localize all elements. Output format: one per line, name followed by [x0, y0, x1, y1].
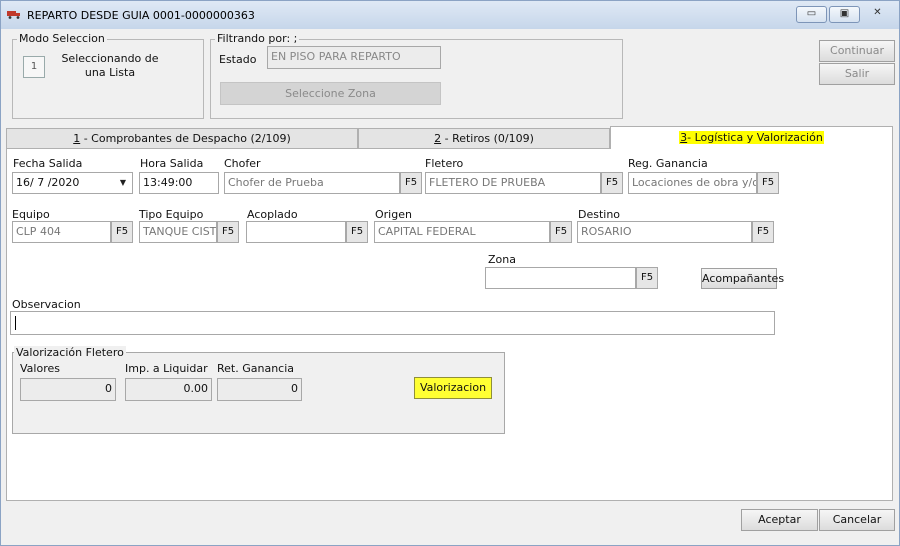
origen-input[interactable]: CAPITAL FEDERAL [374, 221, 550, 243]
seleccione-zona-button[interactable]: Seleccione Zona [220, 82, 441, 105]
destino-f5-button[interactable]: F5 [752, 221, 774, 243]
text-cursor-icon [15, 316, 16, 330]
filtrando-legend: Filtrando por: ; [215, 32, 300, 45]
imp-liquidar-field: 0.00 [125, 378, 212, 401]
fletero-f5-button[interactable]: F5 [601, 172, 623, 194]
tipo-equipo-label: Tipo Equipo [139, 208, 204, 221]
reg-ganancia-label: Reg. Ganancia [628, 157, 708, 170]
modo-seleccion-legend: Modo Seleccion [17, 32, 107, 45]
aceptar-label: Aceptar [758, 513, 801, 526]
cancelar-label: Cancelar [832, 513, 882, 526]
estado-field: EN PISO PARA REPARTO [267, 46, 441, 69]
salir-label: Salir [844, 67, 870, 80]
tab-comprobantes-label: - Comprobantes de Despacho (2/109) [80, 132, 291, 145]
minimize-button[interactable]: ▭ [796, 6, 827, 23]
maximize-button[interactable]: ▣ [829, 6, 860, 23]
tab-retiros[interactable]: 2 - Retiros (0/109) [358, 128, 610, 149]
salir-button[interactable]: Salir [819, 63, 895, 85]
destino-label: Destino [578, 208, 621, 221]
fecha-salida-picker[interactable]: 16/ 7 /2020 ▼ [12, 172, 133, 194]
equipo-label: Equipo [12, 208, 50, 221]
acompanantes-button[interactable]: Acompañantes [701, 268, 784, 289]
close-button[interactable]: ✕ [862, 6, 893, 23]
aceptar-button[interactable]: Aceptar [741, 509, 818, 531]
valorizacion-button-label: Valorizacion [419, 381, 487, 394]
hora-salida-label: Hora Salida [140, 157, 204, 170]
reg-ganancia-f5-button[interactable]: F5 [757, 172, 779, 194]
valores-label: Valores [20, 362, 60, 375]
title-bar: REPARTO DESDE GUIA 0001-0000000363 ▭ ▣ ✕ [1, 1, 899, 29]
modo-seleccion-text: Seleccionando de una Lista [61, 52, 159, 79]
reg-ganancia-input[interactable]: Locaciones de obra y/o s [628, 172, 757, 194]
window-title: REPARTO DESDE GUIA 0001-0000000363 [27, 9, 255, 22]
hora-salida-input[interactable]: 13:49:00 [139, 172, 219, 194]
tab-comprobantes[interactable]: 1 - Comprobantes de Despacho (2/109) [6, 128, 358, 149]
tipo-equipo-f5-button[interactable]: F5 [217, 221, 239, 243]
origen-f5-button[interactable]: F5 [550, 221, 572, 243]
tab-retiros-label: - Retiros (0/109) [441, 132, 534, 145]
zona-f5-button[interactable]: F5 [636, 267, 658, 289]
filtrando-group: Filtrando por: ; Estado EN PISO PARA REP… [210, 32, 623, 119]
valorizacion-legend: Valorización Fletero [14, 346, 126, 359]
fletero-input[interactable]: FLETERO DE PRUEBA [425, 172, 601, 194]
acoplado-input[interactable] [246, 221, 346, 243]
fecha-salida-value: 16/ 7 /2020 [16, 176, 80, 189]
zona-input[interactable] [485, 267, 636, 289]
continuar-button[interactable]: Continuar [819, 40, 895, 62]
minimize-icon: ▭ [806, 8, 817, 19]
maximize-icon: ▣ [839, 8, 850, 19]
chofer-input[interactable]: Chofer de Prueba [224, 172, 400, 194]
tipo-equipo-input[interactable]: TANQUE CISTI [139, 221, 217, 243]
continuar-label: Continuar [830, 44, 884, 57]
destino-input[interactable]: ROSARIO [577, 221, 752, 243]
fecha-salida-label: Fecha Salida [13, 157, 83, 170]
main-window: REPARTO DESDE GUIA 0001-0000000363 ▭ ▣ ✕… [0, 0, 900, 546]
origen-label: Origen [375, 208, 412, 221]
ret-ganancia-label: Ret. Ganancia [217, 362, 295, 375]
tab-logistica-label: - Logística y Valorización [687, 131, 823, 144]
ret-ganancia-field: 0 [217, 378, 302, 401]
observacion-input[interactable] [10, 311, 775, 335]
valores-field: 0 [20, 378, 116, 401]
chofer-f5-button[interactable]: F5 [400, 172, 422, 194]
zona-label: Zona [488, 253, 516, 266]
close-icon: ✕ [873, 7, 882, 18]
equipo-f5-button[interactable]: F5 [111, 221, 133, 243]
acoplado-label: Acoplado [247, 208, 298, 221]
modo-seleccion-number[interactable]: 1 [23, 56, 45, 78]
dropdown-arrow-icon[interactable]: ▼ [116, 175, 130, 191]
estado-label: Estado [219, 53, 257, 66]
valorizacion-button[interactable]: Valorizacion [414, 377, 492, 399]
equipo-input[interactable]: CLP 404 [12, 221, 111, 243]
tab-logistica[interactable]: 3- Logística y Valorización [610, 126, 893, 149]
observacion-label: Observacion [12, 298, 81, 311]
truck-icon [7, 11, 20, 19]
fletero-label: Fletero [425, 157, 464, 170]
cancelar-button[interactable]: Cancelar [819, 509, 895, 531]
acoplado-f5-button[interactable]: F5 [346, 221, 368, 243]
imp-liquidar-label: Imp. a Liquidar [125, 362, 208, 375]
valorizacion-group: Valorización Fletero Valores 0 Imp. a Li… [12, 346, 505, 434]
modo-seleccion-group: Modo Seleccion 1 Seleccionando de una Li… [12, 32, 204, 119]
chofer-label: Chofer [224, 157, 261, 170]
